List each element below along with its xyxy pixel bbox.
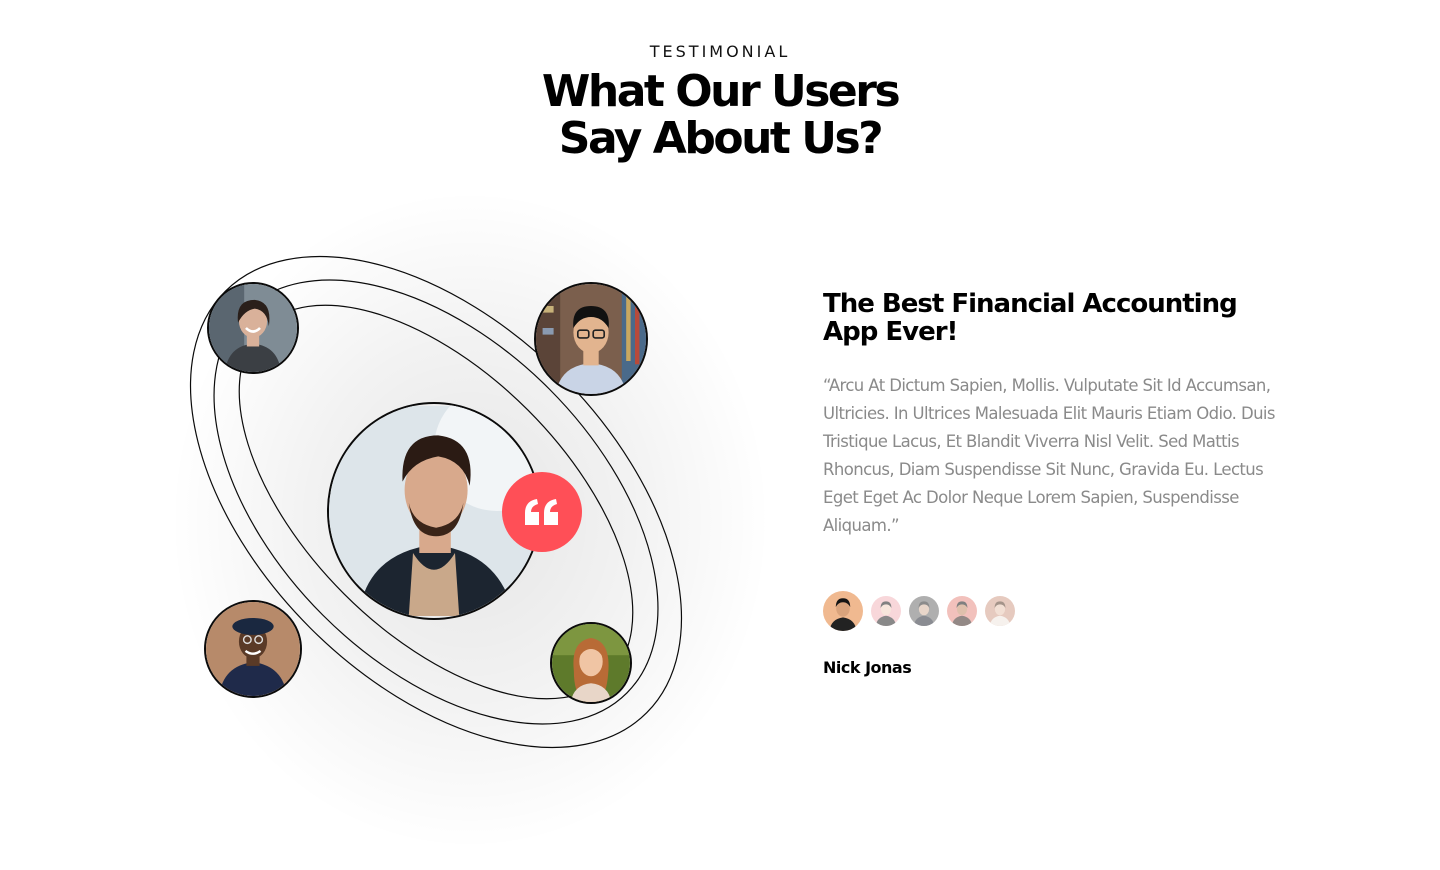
orbit-avatar-man-glasses — [534, 282, 648, 396]
user-thumb-5[interactable] — [985, 596, 1015, 626]
headline-line-2: Say About Us? — [558, 113, 884, 164]
user-thumb-4[interactable] — [947, 596, 977, 626]
orbit-illustration — [0, 190, 780, 870]
thumb-portrait — [909, 596, 939, 626]
testimonial-title: The Best Financial Accounting App Ever! — [823, 289, 1238, 347]
user-thumb-2[interactable] — [871, 596, 901, 626]
portrait-image — [536, 284, 646, 394]
user-thumb-1[interactable] — [823, 591, 863, 631]
orbit-avatar-woman-laughing — [207, 282, 299, 374]
testimonial-user-selector — [823, 590, 1023, 632]
thumb-portrait — [823, 591, 863, 631]
user-thumb-3[interactable] — [909, 596, 939, 626]
thumb-portrait — [985, 596, 1015, 626]
section-headline: What Our Users Say About Us? — [0, 68, 1440, 162]
thumb-portrait — [947, 596, 977, 626]
section-eyebrow: TESTIMONIAL — [649, 42, 791, 61]
thumb-portrait — [871, 596, 901, 626]
orbit-avatar-man-beret — [204, 600, 302, 698]
quote-badge — [502, 472, 582, 552]
portrait-image — [206, 602, 300, 696]
portrait-image — [552, 624, 630, 702]
testimonial-quote: “Arcu At Dictum Sapien, Mollis. Vulputat… — [823, 376, 1276, 535]
headline-line-1: What Our Users — [541, 66, 901, 117]
portrait-image — [209, 284, 297, 372]
quote-icon — [525, 499, 558, 525]
testimonial-author: Nick Jonas — [823, 658, 912, 677]
orbit-avatar-woman-redhead — [550, 622, 632, 704]
